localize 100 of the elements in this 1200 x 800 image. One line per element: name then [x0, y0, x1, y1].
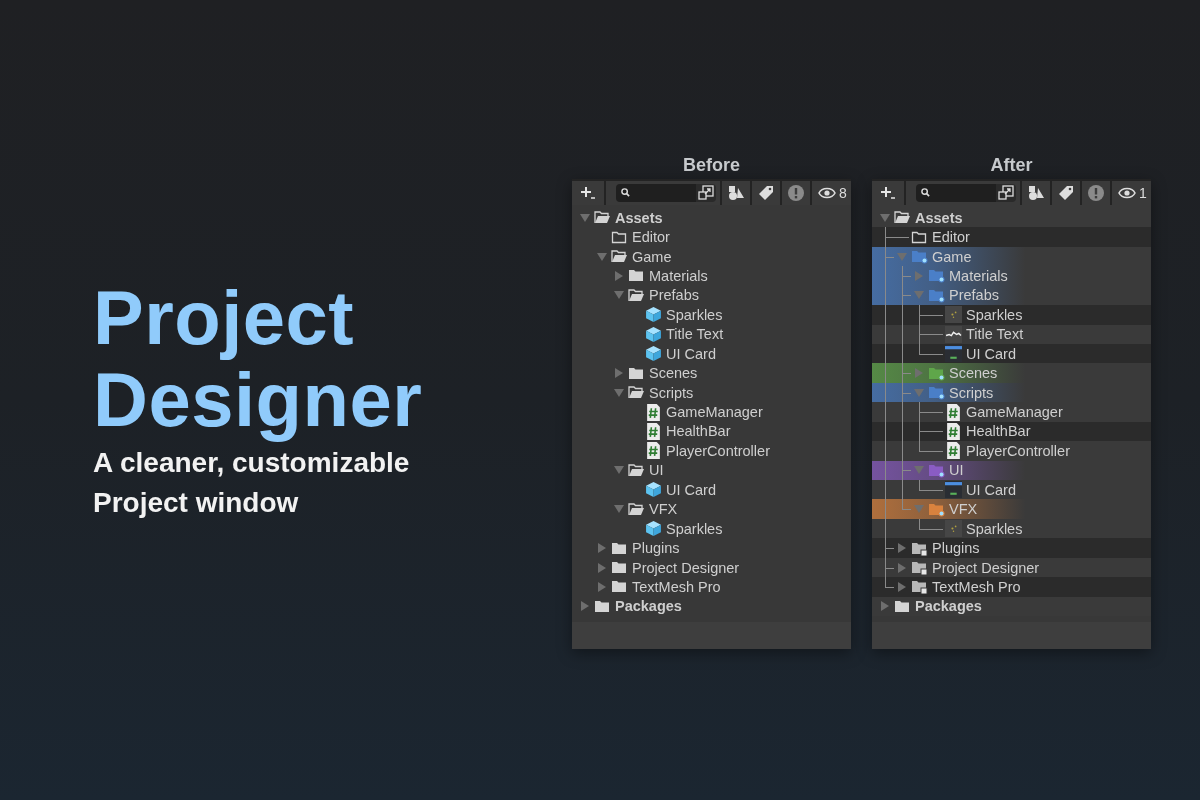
panel-caption: Before: [682, 153, 741, 177]
asset-name[interactable]: Project Designer: [632, 559, 740, 576]
asset-name[interactable]: UI: [949, 462, 964, 479]
expanded-arrow-icon[interactable]: [914, 387, 924, 398]
asset-name[interactable]: VFX: [649, 501, 678, 518]
asset-name[interactable]: Sparkles: [666, 520, 723, 537]
folder-icon: [611, 560, 628, 575]
asset-name[interactable]: Title Text: [666, 326, 724, 343]
collapsed-arrow-icon[interactable]: [914, 270, 924, 281]
folder-icon: [611, 540, 628, 556]
collapsed-arrow-icon[interactable]: [597, 581, 607, 592]
cube-icon: [645, 481, 662, 499]
asset-name[interactable]: Scripts: [649, 384, 694, 401]
asset-name[interactable]: Editor: [632, 229, 670, 246]
collapsed-arrow-icon[interactable]: [597, 562, 607, 573]
search-icon: [921, 188, 930, 198]
asset-name[interactable]: UI Card: [966, 345, 1016, 362]
asset-name[interactable]: Prefabs: [949, 287, 999, 304]
tag-icon: [1058, 184, 1074, 201]
script-icon: [645, 403, 662, 421]
expanded-arrow-icon[interactable]: [614, 290, 624, 301]
asset-name[interactable]: Plugins: [632, 540, 680, 557]
collapsed-arrow-icon[interactable]: [614, 270, 624, 281]
collapsed-arrow-icon[interactable]: [897, 581, 907, 592]
expanded-arrow-icon[interactable]: [914, 465, 924, 476]
folder-icon: [594, 598, 611, 614]
warnings-button[interactable]: [1082, 180, 1110, 205]
asset-name[interactable]: Prefabs: [649, 287, 699, 304]
sparkle-icon: [945, 520, 962, 538]
asset-name[interactable]: HealthBar: [966, 423, 1031, 440]
search-field[interactable]: [916, 183, 996, 202]
expanded-arrow-icon[interactable]: [597, 251, 607, 262]
collapsed-arrow-icon[interactable]: [614, 368, 624, 379]
asset-name[interactable]: Game: [632, 248, 672, 265]
asset-name[interactable]: UI Card: [666, 345, 716, 362]
asset-name[interactable]: TextMesh Pro: [632, 578, 721, 595]
asset-name[interactable]: Scenes: [649, 365, 698, 382]
asset-name[interactable]: VFX: [949, 501, 978, 518]
open-folder-icon: [611, 249, 628, 264]
cube-icon: [645, 325, 662, 343]
open-folder-icon: [628, 501, 645, 517]
asset-name[interactable]: Sparkles: [666, 306, 723, 323]
asset-name[interactable]: UI: [649, 462, 664, 479]
asset-name[interactable]: Sparkles: [966, 520, 1023, 537]
asset-name[interactable]: UI Card: [666, 481, 716, 498]
panel-caption: After: [989, 153, 1034, 177]
collapsed-arrow-icon[interactable]: [580, 601, 590, 612]
asset-name[interactable]: Packages: [615, 598, 682, 615]
expanded-arrow-icon[interactable]: [580, 212, 590, 223]
warning-icon: [1087, 183, 1105, 202]
eye-icon: [818, 186, 836, 199]
asset-name[interactable]: Plugins: [932, 540, 980, 557]
folder-icon: [628, 268, 645, 284]
asset-name[interactable]: Scripts: [949, 384, 994, 401]
filter-by-label-button[interactable]: [752, 180, 780, 205]
asset-name[interactable]: Materials: [649, 267, 708, 284]
visibility-button[interactable]: 1: [1112, 180, 1151, 205]
script-icon: [945, 442, 962, 460]
create-button[interactable]: [872, 180, 904, 205]
folder-icon: [911, 540, 928, 556]
collapsed-arrow-icon[interactable]: [897, 543, 907, 554]
expand-icon: [998, 184, 1014, 201]
asset-name[interactable]: Assets: [915, 209, 963, 226]
folder-icon: [611, 579, 628, 595]
search-mode-button[interactable]: [996, 183, 1016, 202]
asset-name[interactable]: Materials: [949, 267, 1008, 284]
collapsed-arrow-icon[interactable]: [880, 601, 890, 612]
search-field[interactable]: [616, 183, 696, 202]
asset-name[interactable]: UI Card: [966, 481, 1016, 498]
expanded-arrow-icon[interactable]: [614, 465, 624, 476]
filter-by-type-button[interactable]: [722, 180, 750, 205]
asset-name[interactable]: PlayerController: [966, 442, 1070, 459]
asset-name[interactable]: Editor: [932, 229, 970, 246]
expanded-arrow-icon[interactable]: [614, 504, 624, 515]
asset-name[interactable]: GameManager: [966, 404, 1063, 420]
asset-name[interactable]: Sparkles: [966, 306, 1023, 323]
create-button[interactable]: [572, 180, 604, 205]
asset-name[interactable]: Project Designer: [932, 559, 1040, 576]
collapsed-arrow-icon[interactable]: [597, 543, 607, 554]
open-folder-icon: [594, 210, 611, 226]
asset-name[interactable]: HealthBar: [666, 423, 731, 440]
asset-name[interactable]: Assets: [615, 209, 663, 226]
filter-by-label-button[interactable]: [1052, 180, 1080, 205]
asset-name[interactable]: GameManager: [666, 404, 763, 420]
search-mode-button[interactable]: [696, 183, 716, 202]
expanded-arrow-icon[interactable]: [880, 212, 890, 223]
collapsed-arrow-icon[interactable]: [897, 562, 907, 573]
eye-icon: [1118, 186, 1136, 199]
asset-name[interactable]: Packages: [915, 598, 982, 615]
asset-name[interactable]: Game: [932, 248, 972, 265]
asset-name[interactable]: PlayerController: [666, 442, 770, 459]
folder-icon: [911, 560, 928, 575]
visibility-button[interactable]: 8: [812, 180, 851, 205]
warning-icon: [787, 183, 805, 202]
expanded-arrow-icon[interactable]: [914, 290, 924, 301]
expanded-arrow-icon[interactable]: [614, 387, 624, 398]
asset-name[interactable]: Scenes: [949, 365, 998, 382]
warnings-button[interactable]: [782, 180, 810, 205]
filter-by-type-button[interactable]: [1022, 180, 1050, 205]
asset-name[interactable]: Title Text: [966, 326, 1024, 343]
